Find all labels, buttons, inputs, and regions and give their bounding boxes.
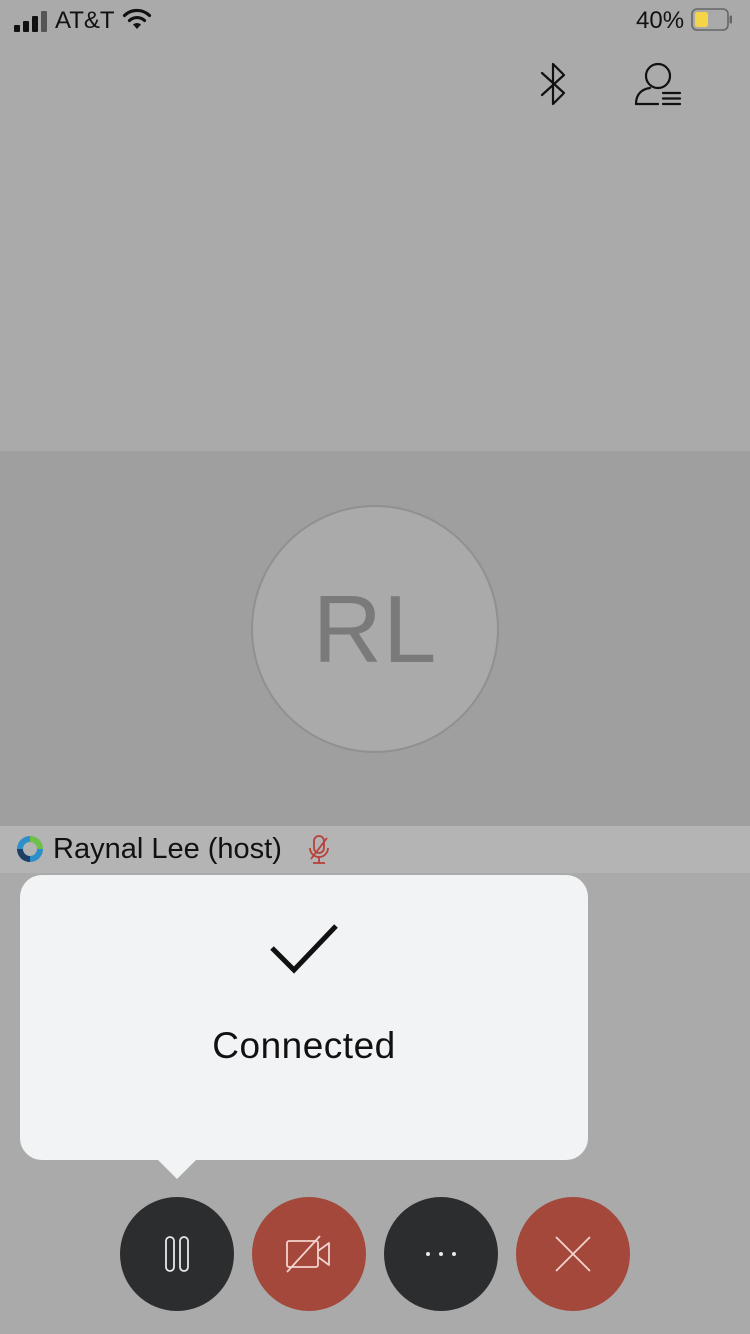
participants-icon[interactable]: [630, 60, 684, 108]
toast-message: Connected: [212, 1025, 396, 1066]
pause-icon: [165, 1236, 189, 1272]
mic-muted-icon: [309, 835, 329, 864]
video-off-icon: [286, 1235, 330, 1273]
meeting-screen: AT&T 40% RL Raynal Lee (host) Connected: [0, 0, 750, 1334]
battery-icon: [691, 8, 732, 31]
participant-name-bar: Raynal Lee (host): [0, 826, 750, 873]
avatar-initials: RL: [312, 576, 438, 683]
video-toggle-button[interactable]: [252, 1197, 366, 1311]
end-call-button[interactable]: [516, 1197, 630, 1311]
wifi-icon: [122, 8, 152, 29]
status-bar: AT&T 40%: [0, 0, 750, 40]
video-area: RL: [0, 451, 750, 826]
battery-percentage: 40%: [636, 7, 685, 34]
more-icon: [426, 1252, 456, 1256]
bluetooth-icon[interactable]: [536, 60, 570, 108]
connected-toast: Connected: [20, 875, 588, 1160]
participant-name: Raynal Lee (host): [53, 833, 282, 865]
checkmark-icon: [270, 924, 338, 974]
participant-avatar: RL: [251, 505, 499, 753]
more-options-button[interactable]: [384, 1197, 498, 1311]
hold-button[interactable]: [120, 1197, 234, 1311]
webex-logo-icon: [17, 836, 43, 862]
toast-pointer: [156, 1158, 198, 1179]
carrier-name: AT&T: [55, 7, 115, 34]
cellular-signal-icon: [14, 10, 48, 32]
close-icon: [555, 1236, 591, 1272]
